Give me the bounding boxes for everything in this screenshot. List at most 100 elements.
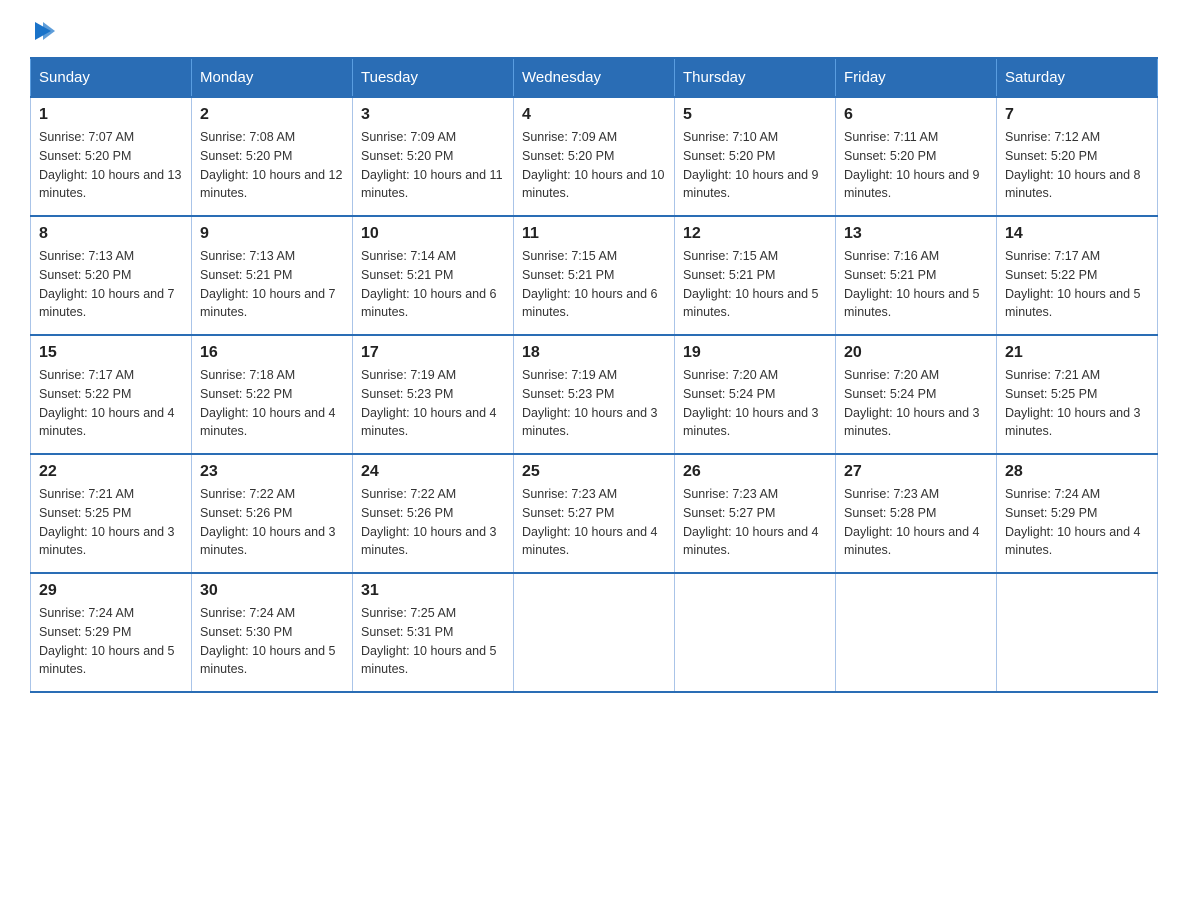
day-info: Sunrise: 7:15 AMSunset: 5:21 PMDaylight:… (522, 247, 666, 322)
calendar-week-row: 1 Sunrise: 7:07 AMSunset: 5:20 PMDaylight… (31, 97, 1158, 216)
day-info: Sunrise: 7:09 AMSunset: 5:20 PMDaylight:… (361, 128, 505, 203)
day-info: Sunrise: 7:21 AMSunset: 5:25 PMDaylight:… (1005, 366, 1149, 441)
day-info: Sunrise: 7:20 AMSunset: 5:24 PMDaylight:… (683, 366, 827, 441)
calendar-week-row: 15 Sunrise: 7:17 AMSunset: 5:22 PMDayligh… (31, 335, 1158, 454)
calendar-day-cell: 20 Sunrise: 7:20 AMSunset: 5:24 PMDayligh… (836, 335, 997, 454)
day-info: Sunrise: 7:08 AMSunset: 5:20 PMDaylight:… (200, 128, 344, 203)
calendar-day-cell: 17 Sunrise: 7:19 AMSunset: 5:23 PMDayligh… (353, 335, 514, 454)
day-info: Sunrise: 7:20 AMSunset: 5:24 PMDaylight:… (844, 366, 988, 441)
calendar-day-cell: 14Sunrise: 7:17 AMSunset: 5:22 PMDayligh… (997, 216, 1158, 335)
calendar-header-wednesday: Wednesday (514, 58, 675, 97)
day-number: 16 (200, 344, 344, 362)
day-info: Sunrise: 7:24 AMSunset: 5:29 PMDaylight:… (39, 604, 183, 679)
day-number: 29 (39, 582, 183, 600)
day-info: Sunrise: 7:17 AMSunset: 5:22 PMDaylight:… (39, 366, 183, 441)
calendar-header-thursday: Thursday (675, 58, 836, 97)
calendar-table: SundayMondayTuesdayWednesdayThursdayFrid… (30, 57, 1158, 693)
day-number: 23 (200, 463, 344, 481)
calendar-day-cell: 23 Sunrise: 7:22 AMSunset: 5:26 PMDayligh… (192, 454, 353, 573)
logo (30, 20, 55, 47)
calendar-day-cell: 26 Sunrise: 7:23 AMSunset: 5:27 PMDayligh… (675, 454, 836, 573)
day-info: Sunrise: 7:24 AMSunset: 5:29 PMDaylight:… (1005, 485, 1149, 560)
day-number: 5 (683, 106, 827, 124)
day-number: 4 (522, 106, 666, 124)
empty-cell (514, 573, 675, 692)
day-info: Sunrise: 7:09 AMSunset: 5:20 PMDaylight:… (522, 128, 666, 203)
day-info: Sunrise: 7:11 AMSunset: 5:20 PMDaylight:… (844, 128, 988, 203)
calendar-day-cell: 3 Sunrise: 7:09 AMSunset: 5:20 PMDaylight… (353, 97, 514, 216)
day-info: Sunrise: 7:21 AMSunset: 5:25 PMDaylight:… (39, 485, 183, 560)
day-number: 11 (522, 225, 666, 243)
calendar-week-row: 29 Sunrise: 7:24 AMSunset: 5:29 PMDayligh… (31, 573, 1158, 692)
calendar-day-cell: 29 Sunrise: 7:24 AMSunset: 5:29 PMDayligh… (31, 573, 192, 692)
calendar-header-row: SundayMondayTuesdayWednesdayThursdayFrid… (31, 58, 1158, 97)
calendar-header-monday: Monday (192, 58, 353, 97)
day-number: 26 (683, 463, 827, 481)
calendar-day-cell: 25Sunrise: 7:23 AMSunset: 5:27 PMDayligh… (514, 454, 675, 573)
day-info: Sunrise: 7:22 AMSunset: 5:26 PMDaylight:… (361, 485, 505, 560)
day-info: Sunrise: 7:16 AMSunset: 5:21 PMDaylight:… (844, 247, 988, 322)
day-number: 13 (844, 225, 988, 243)
day-number: 27 (844, 463, 988, 481)
day-number: 15 (39, 344, 183, 362)
day-number: 1 (39, 106, 183, 124)
calendar-day-cell: 31 Sunrise: 7:25 AMSunset: 5:31 PMDayligh… (353, 573, 514, 692)
calendar-day-cell: 15 Sunrise: 7:17 AMSunset: 5:22 PMDayligh… (31, 335, 192, 454)
calendar-day-cell: 22 Sunrise: 7:21 AMSunset: 5:25 PMDayligh… (31, 454, 192, 573)
calendar-header-friday: Friday (836, 58, 997, 97)
calendar-header-saturday: Saturday (997, 58, 1158, 97)
day-info: Sunrise: 7:25 AMSunset: 5:31 PMDaylight:… (361, 604, 505, 679)
day-number: 24 (361, 463, 505, 481)
calendar-day-cell: 13 Sunrise: 7:16 AMSunset: 5:21 PMDayligh… (836, 216, 997, 335)
calendar-day-cell: 27 Sunrise: 7:23 AMSunset: 5:28 PMDayligh… (836, 454, 997, 573)
day-info: Sunrise: 7:22 AMSunset: 5:26 PMDaylight:… (200, 485, 344, 560)
calendar-day-cell: 30 Sunrise: 7:24 AMSunset: 5:30 PMDayligh… (192, 573, 353, 692)
calendar-day-cell: 1 Sunrise: 7:07 AMSunset: 5:20 PMDaylight… (31, 97, 192, 216)
day-info: Sunrise: 7:17 AMSunset: 5:22 PMDaylight:… (1005, 247, 1149, 322)
calendar-header-tuesday: Tuesday (353, 58, 514, 97)
day-number: 18 (522, 344, 666, 362)
calendar-day-cell: 19Sunrise: 7:20 AMSunset: 5:24 PMDayligh… (675, 335, 836, 454)
day-number: 31 (361, 582, 505, 600)
day-info: Sunrise: 7:18 AMSunset: 5:22 PMDaylight:… (200, 366, 344, 441)
day-number: 8 (39, 225, 183, 243)
calendar-day-cell: 18Sunrise: 7:19 AMSunset: 5:23 PMDayligh… (514, 335, 675, 454)
day-info: Sunrise: 7:07 AMSunset: 5:20 PMDaylight:… (39, 128, 183, 203)
day-number: 28 (1005, 463, 1149, 481)
day-number: 10 (361, 225, 505, 243)
day-number: 17 (361, 344, 505, 362)
day-info: Sunrise: 7:14 AMSunset: 5:21 PMDaylight:… (361, 247, 505, 322)
day-number: 21 (1005, 344, 1149, 362)
day-info: Sunrise: 7:23 AMSunset: 5:27 PMDaylight:… (683, 485, 827, 560)
day-info: Sunrise: 7:10 AMSunset: 5:20 PMDaylight:… (683, 128, 827, 203)
calendar-day-cell: 10 Sunrise: 7:14 AMSunset: 5:21 PMDayligh… (353, 216, 514, 335)
calendar-day-cell: 6Sunrise: 7:11 AMSunset: 5:20 PMDaylight… (836, 97, 997, 216)
calendar-week-row: 22 Sunrise: 7:21 AMSunset: 5:25 PMDayligh… (31, 454, 1158, 573)
day-info: Sunrise: 7:23 AMSunset: 5:27 PMDaylight:… (522, 485, 666, 560)
calendar-day-cell: 11 Sunrise: 7:15 AMSunset: 5:21 PMDayligh… (514, 216, 675, 335)
calendar-day-cell: 16 Sunrise: 7:18 AMSunset: 5:22 PMDayligh… (192, 335, 353, 454)
calendar-day-cell: 21 Sunrise: 7:21 AMSunset: 5:25 PMDayligh… (997, 335, 1158, 454)
day-number: 9 (200, 225, 344, 243)
day-info: Sunrise: 7:13 AMSunset: 5:21 PMDaylight:… (200, 247, 344, 322)
calendar-header-sunday: Sunday (31, 58, 192, 97)
day-number: 12 (683, 225, 827, 243)
day-number: 30 (200, 582, 344, 600)
calendar-day-cell: 5 Sunrise: 7:10 AMSunset: 5:20 PMDaylight… (675, 97, 836, 216)
calendar-day-cell: 9 Sunrise: 7:13 AMSunset: 5:21 PMDaylight… (192, 216, 353, 335)
day-info: Sunrise: 7:19 AMSunset: 5:23 PMDaylight:… (361, 366, 505, 441)
calendar-day-cell: 2 Sunrise: 7:08 AMSunset: 5:20 PMDaylight… (192, 97, 353, 216)
calendar-day-cell: 8Sunrise: 7:13 AMSunset: 5:20 PMDaylight… (31, 216, 192, 335)
page-header (30, 20, 1158, 47)
day-number: 3 (361, 106, 505, 124)
day-info: Sunrise: 7:24 AMSunset: 5:30 PMDaylight:… (200, 604, 344, 679)
calendar-day-cell: 7Sunrise: 7:12 AMSunset: 5:20 PMDaylight… (997, 97, 1158, 216)
day-number: 20 (844, 344, 988, 362)
day-info: Sunrise: 7:15 AMSunset: 5:21 PMDaylight:… (683, 247, 827, 322)
calendar-week-row: 8Sunrise: 7:13 AMSunset: 5:20 PMDaylight… (31, 216, 1158, 335)
day-info: Sunrise: 7:23 AMSunset: 5:28 PMDaylight:… (844, 485, 988, 560)
day-number: 2 (200, 106, 344, 124)
day-number: 7 (1005, 106, 1149, 124)
day-number: 22 (39, 463, 183, 481)
calendar-day-cell: 28 Sunrise: 7:24 AMSunset: 5:29 PMDayligh… (997, 454, 1158, 573)
